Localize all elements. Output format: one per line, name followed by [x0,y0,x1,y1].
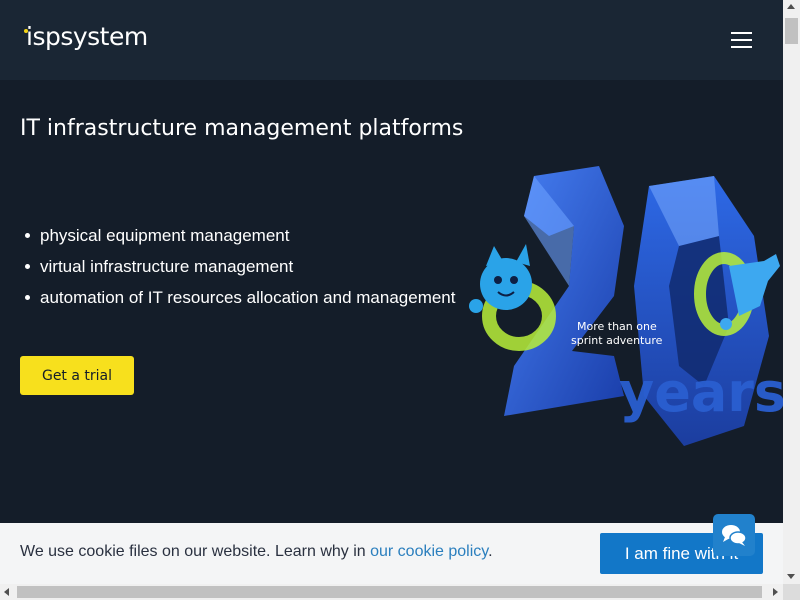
hero-section: IT infrastructure management platforms p… [0,80,783,523]
menu-line [731,46,752,48]
logo-text: ispsystem [26,22,148,51]
get-trial-button[interactable]: Get a trial [20,356,134,395]
horizontal-scrollbar[interactable] [0,584,783,600]
cat-mascot-icon [469,244,532,313]
logo-dot [24,29,28,33]
cookie-text-end: . [488,543,493,560]
hamburger-menu-button[interactable] [731,32,753,48]
menu-line [731,32,752,34]
chat-bubbles-icon [722,525,747,546]
page-title: IT infrastructure management platforms [20,116,464,141]
vertical-scroll-thumb[interactable] [785,18,798,44]
years-text: years [619,361,783,424]
vertical-scrollbar[interactable] [783,0,800,584]
site-header: ispsystem [0,0,783,80]
cookie-banner: We use cookie files on our website. Lear… [0,523,783,584]
menu-line [731,39,752,41]
scroll-up-arrow-icon[interactable] [787,4,795,9]
scroll-down-arrow-icon[interactable] [787,574,795,579]
chat-button[interactable] [713,514,755,556]
scrollbar-corner [783,584,800,600]
feature-item: physical equipment management [20,220,456,251]
ispsystem-logo[interactable]: ispsystem [24,22,148,51]
twenty-years-illustration[interactable]: years More than one sprint adventure [464,166,783,466]
feature-item: automation of IT resources allocation an… [20,282,456,313]
cookie-text: We use cookie files on our website. Lear… [20,543,371,560]
feature-item: virtual infrastructure management [20,251,456,282]
feature-list: physical equipment management virtual in… [20,220,456,313]
tagline-line2: sprint adventure [571,334,663,347]
cookie-policy-link[interactable]: our cookie policy [370,543,488,560]
scroll-right-arrow-icon[interactable] [773,588,778,596]
cookie-message: We use cookie files on our website. Lear… [20,543,493,561]
horizontal-scroll-thumb[interactable] [17,586,762,598]
scroll-left-arrow-icon[interactable] [4,588,9,596]
tagline-line1: More than one [577,320,657,333]
